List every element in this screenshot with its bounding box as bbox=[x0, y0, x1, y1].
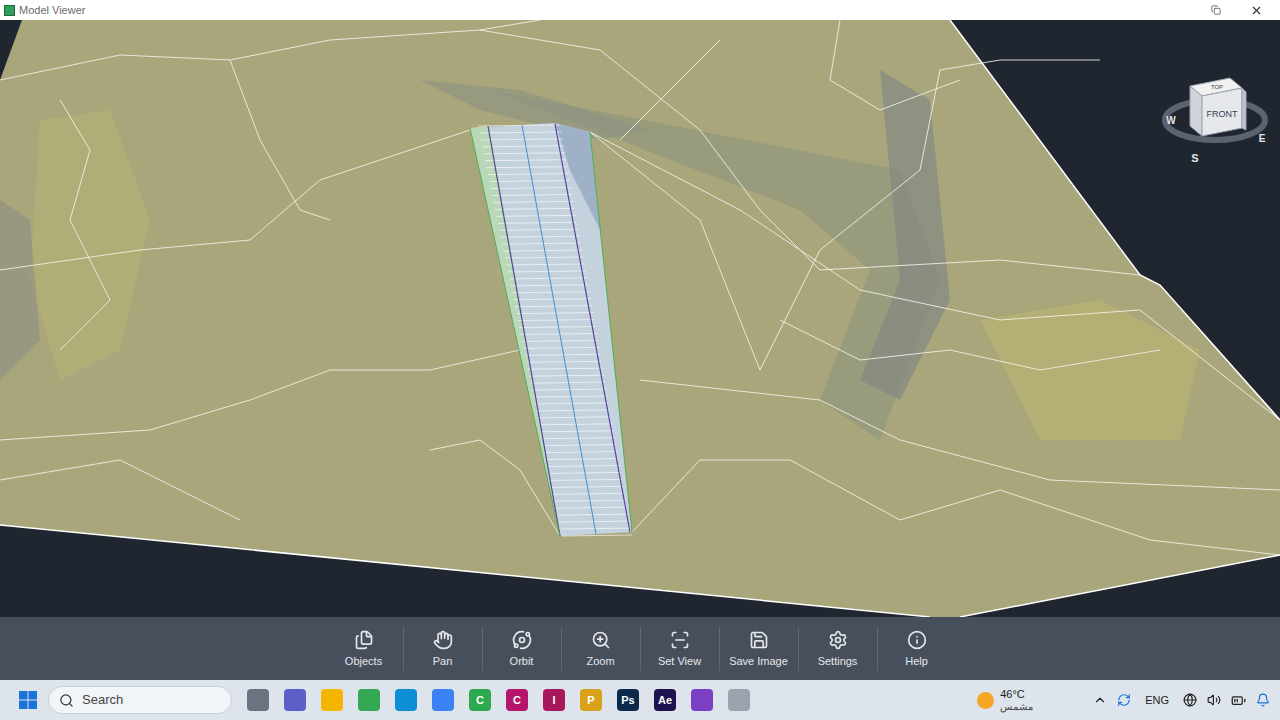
toolbar-separator bbox=[798, 627, 799, 671]
toolbar-button[interactable]: Orbit bbox=[483, 621, 561, 677]
search-box[interactable]: Search bbox=[48, 686, 232, 714]
svg-text:W: W bbox=[1166, 115, 1176, 126]
toolbar-button[interactable]: Set View bbox=[641, 621, 719, 677]
svg-text:E: E bbox=[1259, 133, 1266, 144]
chrome-icon bbox=[358, 689, 380, 711]
windows-icon bbox=[19, 691, 37, 709]
tool-icon bbox=[828, 630, 848, 650]
volume-icon[interactable] bbox=[1207, 693, 1221, 707]
taskbar-app[interactable] bbox=[684, 682, 720, 718]
taskbar-app[interactable] bbox=[721, 682, 757, 718]
store-icon bbox=[432, 689, 454, 711]
teams-icon bbox=[284, 689, 306, 711]
notification-icon[interactable] bbox=[1256, 693, 1270, 707]
edge-icon bbox=[395, 689, 417, 711]
camtasia-icon: C bbox=[469, 689, 491, 711]
svg-text:FRONT: FRONT bbox=[1207, 109, 1238, 119]
taskbar-app[interactable] bbox=[351, 682, 387, 718]
screen: Model Viewer TOP FRONT W E S ObjectsPanOrbitZo… bbox=[0, 0, 1280, 720]
svg-text:TOP: TOP bbox=[1211, 84, 1223, 90]
arcgis-pro-icon: P bbox=[580, 689, 602, 711]
toolbar: ObjectsPanOrbitZoomSet ViewSave ImageSet… bbox=[0, 617, 1280, 680]
viewcube[interactable]: TOP FRONT W E S bbox=[1160, 58, 1270, 168]
visual-studio-icon bbox=[691, 689, 713, 711]
file-explorer-icon bbox=[321, 689, 343, 711]
weather-widget[interactable]: 46°Cمشمس bbox=[977, 689, 1033, 712]
taskbar-app[interactable] bbox=[314, 682, 350, 718]
tool-icon bbox=[749, 630, 769, 650]
sync-icon[interactable] bbox=[1117, 693, 1131, 707]
close-icon bbox=[1250, 4, 1263, 17]
system-tray: ENG bbox=[1093, 692, 1270, 709]
toolbar-button[interactable]: Settings bbox=[799, 621, 877, 677]
toolbar-separator bbox=[561, 627, 562, 671]
sun-icon bbox=[977, 692, 994, 709]
taskbar-app[interactable]: Ae bbox=[647, 682, 683, 718]
taskbar-app[interactable] bbox=[240, 682, 276, 718]
tool-icon bbox=[433, 630, 453, 650]
taskbar: SearchCCIPPsAe46°CمشمسENG bbox=[0, 680, 1280, 720]
taskbar-app[interactable]: C bbox=[499, 682, 535, 718]
close-button[interactable] bbox=[1236, 0, 1276, 20]
restore-icon bbox=[1211, 5, 1221, 15]
tool-icon bbox=[591, 630, 611, 650]
toolbar-separator bbox=[640, 627, 641, 671]
civil-3d-icon: C bbox=[506, 689, 528, 711]
toolbar-button[interactable]: Pan bbox=[404, 621, 482, 677]
toolbar-separator bbox=[482, 627, 483, 671]
network-icon[interactable] bbox=[1183, 693, 1197, 707]
title-bar: Model Viewer bbox=[0, 0, 1280, 20]
language-indicator[interactable]: ENG bbox=[1141, 692, 1173, 709]
restore-button[interactable] bbox=[1196, 0, 1236, 20]
taskbar-app[interactable] bbox=[425, 682, 461, 718]
toolbar-button[interactable]: Zoom bbox=[562, 621, 640, 677]
taskbar-app[interactable]: Ps bbox=[610, 682, 646, 718]
tool-icon bbox=[354, 630, 374, 650]
taskbar-app[interactable]: I bbox=[536, 682, 572, 718]
toolbar-separator bbox=[877, 627, 878, 671]
window-title: Model Viewer bbox=[19, 5, 85, 16]
toolbar-button[interactable]: Save Image bbox=[720, 621, 798, 677]
terrain-model[interactable] bbox=[0, 20, 1280, 617]
tool-icon bbox=[907, 630, 927, 650]
tool-icon bbox=[670, 630, 690, 650]
toolbar-button[interactable]: Help bbox=[878, 621, 956, 677]
toolbar-separator bbox=[403, 627, 404, 671]
battery-icon[interactable] bbox=[1231, 693, 1246, 708]
photoshop-icon: Ps bbox=[617, 689, 639, 711]
start-button[interactable] bbox=[10, 682, 46, 718]
taskbar-app[interactable] bbox=[277, 682, 313, 718]
tool-icon bbox=[512, 630, 532, 650]
taskbar-app[interactable]: C bbox=[462, 682, 498, 718]
task-view-icon bbox=[247, 689, 269, 711]
taskbar-app[interactable]: P bbox=[573, 682, 609, 718]
chevron-up-icon[interactable] bbox=[1093, 693, 1107, 707]
viewport[interactable]: TOP FRONT W E S bbox=[0, 20, 1280, 617]
toolbar-separator bbox=[719, 627, 720, 671]
after-effects-icon: Ae bbox=[654, 689, 676, 711]
model-viewer-icon bbox=[728, 689, 750, 711]
toolbar-button[interactable]: Objects bbox=[325, 621, 403, 677]
app-icon bbox=[4, 5, 15, 16]
taskbar-apps: CCIPPsAe bbox=[240, 682, 757, 718]
search-icon bbox=[59, 693, 74, 708]
corridor-model[interactable] bbox=[470, 123, 632, 536]
taskbar-app[interactable] bbox=[388, 682, 424, 718]
infraworks-icon: I bbox=[543, 689, 565, 711]
svg-text:S: S bbox=[1191, 152, 1198, 164]
